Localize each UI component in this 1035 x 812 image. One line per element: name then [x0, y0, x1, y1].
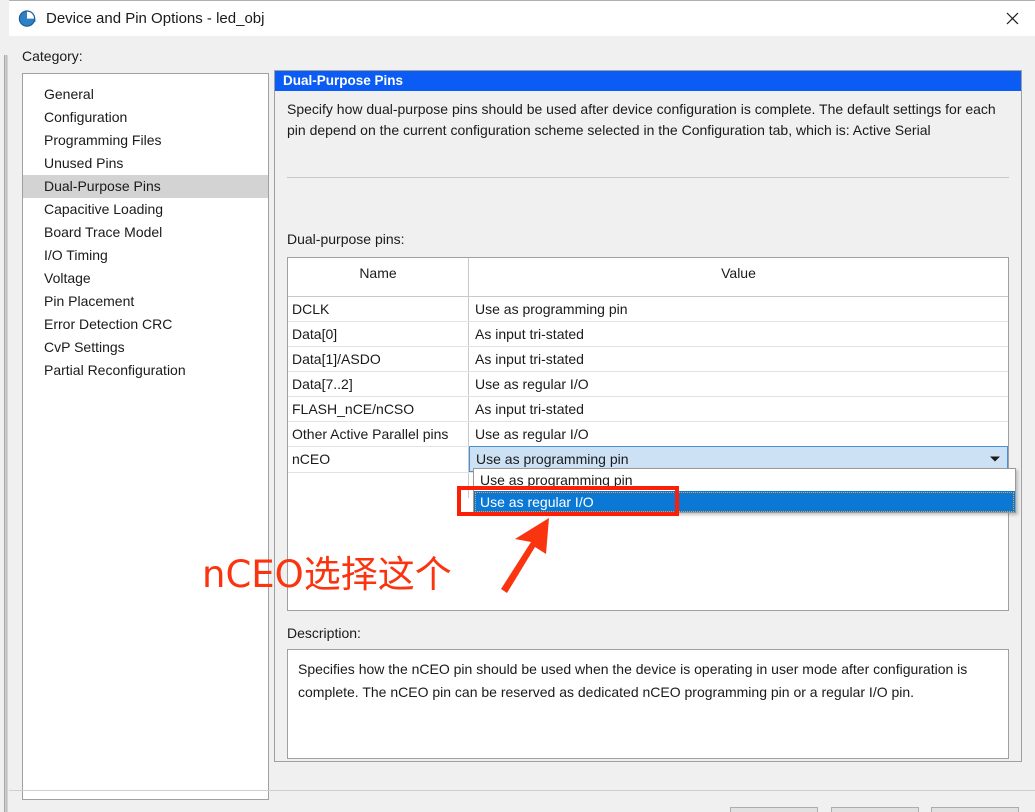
cell-pin-value: Use as regular I/O [475, 426, 589, 442]
panel-title: Dual-Purpose Pins [275, 71, 1021, 91]
cell-pin-value: As input tri-stated [475, 326, 584, 342]
background-window-strip [0, 0, 9, 812]
category-list-inner: General Configuration Programming Files Unu… [23, 74, 268, 382]
cell-pin-name: Other Active Parallel pins [288, 422, 469, 446]
sidebar-item-capacitive-loading[interactable]: Capacitive Loading [23, 198, 268, 221]
button-row-divider [9, 790, 1035, 791]
settings-panel: Dual-Purpose Pins Specify how dual-purpo… [274, 70, 1022, 762]
category-label: Category: [22, 48, 83, 64]
cell-pin-name: Data[1]/ASDO [288, 347, 469, 371]
table-row[interactable]: DCLK Use as programming pin [288, 297, 1008, 322]
cell-pin-name: Data[0] [288, 322, 469, 346]
column-header-name: Name [288, 258, 469, 296]
device-and-pin-options-dialog: Device and Pin Options - led_obj Categor… [9, 0, 1035, 812]
sidebar-item-dual-purpose-pins[interactable]: Dual-Purpose Pins [23, 175, 268, 198]
cell-pin-name: DCLK [288, 297, 469, 321]
sidebar-item-partial-reconfiguration[interactable]: Partial Reconfiguration [23, 359, 268, 382]
dialog-body: Category: General Configuration Programmin… [9, 36, 1035, 812]
cell-pin-name: FLASH_nCE/nCSO [288, 397, 469, 421]
table-row[interactable]: FLASH_nCE/nCSO As input tri-stated [288, 397, 1008, 422]
sidebar-item-voltage[interactable]: Voltage [23, 267, 268, 290]
sidebar-item-unused-pins[interactable]: Unused Pins [23, 152, 268, 175]
sidebar-item-programming-files[interactable]: Programming Files [23, 129, 268, 152]
background-window-edge [4, 55, 8, 812]
ok-button[interactable]: OK [730, 807, 818, 812]
red-arrow-up-right-icon [479, 506, 589, 596]
description-text: Specifies how the nCEO pin should be use… [287, 649, 1009, 759]
dual-purpose-pins-label: Dual-purpose pins: [287, 231, 405, 247]
sidebar-item-board-trace-model[interactable]: Board Trace Model [23, 221, 268, 244]
quartus-globe-icon [18, 9, 38, 29]
table-row[interactable]: Data[7..2] Use as regular I/O [288, 372, 1008, 397]
help-button[interactable]: Help [931, 807, 1019, 812]
cell-pin-name: Data[7..2] [288, 372, 469, 396]
cell-pin-value: Use as regular I/O [475, 376, 589, 392]
sidebar-item-general[interactable]: General [23, 83, 268, 106]
title-bar: Device and Pin Options - led_obj [9, 0, 1035, 36]
cell-pin-value: As input tri-stated [475, 401, 584, 417]
dialog-window-root: Device and Pin Options - led_obj Categor… [0, 0, 1035, 812]
cell-pin-value: Use as programming pin [475, 301, 628, 317]
description-label: Description: [287, 625, 361, 641]
cell-pin-name: nCEO [288, 447, 469, 472]
combobox-selected-value: Use as programming pin [476, 451, 629, 467]
cell-pin-value: As input tri-stated [475, 351, 584, 367]
table-row[interactable]: Data[0] As input tri-stated [288, 322, 1008, 347]
table-body: DCLK Use as programming pin Data[0] As inpu… [288, 297, 1008, 447]
sidebar-item-cvp-settings[interactable]: CvP Settings [23, 336, 268, 359]
sidebar-item-configuration[interactable]: Configuration [23, 106, 268, 129]
table-row[interactable]: Data[1]/ASDO As input tri-stated [288, 347, 1008, 372]
table-row[interactable]: Other Active Parallel pins Use as regular… [288, 422, 1008, 447]
window-title: Device and Pin Options - led_obj [46, 10, 265, 27]
dialog-button-row: OK Cancel Help [9, 798, 1035, 812]
sidebar-item-error-detection-crc[interactable]: Error Detection CRC [23, 313, 268, 336]
annotation-text: nCEO选择这个 [202, 553, 452, 596]
close-icon[interactable] [989, 1, 1035, 36]
panel-description: Specify how dual-purpose pins should be … [287, 101, 996, 138]
table-header-row: Name Value [288, 258, 1008, 297]
column-header-value: Value [721, 265, 756, 281]
sidebar-item-i-o-timing[interactable]: I/O Timing [23, 244, 268, 267]
cell-empty-name [288, 473, 469, 498]
category-list[interactable]: General Configuration Programming Files Unu… [22, 73, 269, 800]
sidebar-item-pin-placement[interactable]: Pin Placement [23, 290, 268, 313]
chevron-down-icon[interactable] [990, 456, 1000, 462]
cancel-button[interactable]: Cancel [831, 807, 919, 812]
panel-divider [287, 177, 1009, 178]
